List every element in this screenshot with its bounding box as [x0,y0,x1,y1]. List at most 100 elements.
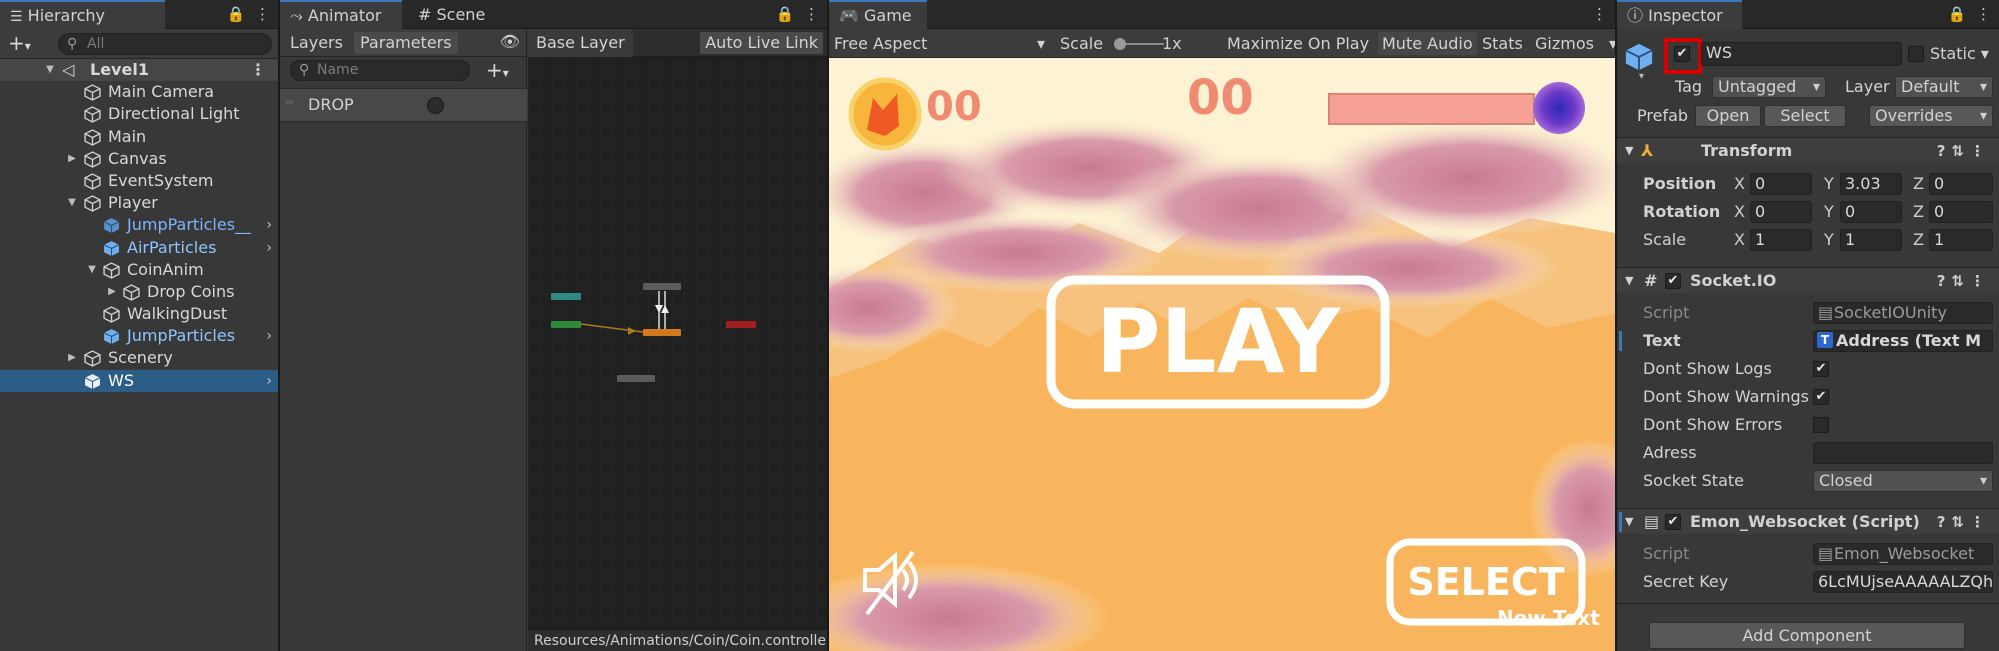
expand-arrow-icon[interactable]: ▶ [66,148,78,170]
component-enabled-checkbox[interactable]: ✔ [1665,273,1681,289]
eye-icon[interactable]: 👁 [500,32,520,51]
expand-arrow-icon[interactable]: ▼ [44,59,56,81]
scale-z-field[interactable]: 1 [1929,229,1993,251]
mute-audio-toggle[interactable]: Mute Audio [1378,32,1477,55]
hierarchy-item-walkingdust[interactable]: WalkingDust [0,303,278,325]
add-parameter-button[interactable]: +▾ [486,59,509,84]
hierarchy-item-directional-light[interactable]: Directional Light [0,103,278,125]
text-reference-field[interactable]: T Address (Text M [1813,330,1993,352]
mute-icon[interactable] [855,544,927,616]
animator-graph[interactable]: Base Layer Auto Live Link [528,29,827,651]
tab-parameters[interactable]: Parameters [354,32,458,54]
scale-y-field[interactable]: 1 [1840,229,1902,251]
trigger-toggle[interactable] [427,97,444,114]
prefab-open-button[interactable]: Open [1695,105,1761,127]
parameter-search-input[interactable]: ⚲ Name [290,60,470,81]
hierarchy-item-level1[interactable]: ▼ ◁ Level1 ⋮ [0,59,278,82]
rotation-y-field[interactable]: 0 [1840,201,1902,223]
script-reference-field[interactable]: ▤ SocketIOUnity [1813,302,1993,324]
lock-icon[interactable]: 🔒 [1948,5,1967,23]
chevron-right-icon[interactable]: › [266,325,272,347]
dont-show-errors-checkbox[interactable] [1813,417,1829,433]
socketio-component-header[interactable]: ▼ # ✔ Socket.IO ?⇅⋮ [1617,267,1999,293]
hierarchy-item-main[interactable]: Main [0,126,278,148]
rotation-x-field[interactable]: 0 [1750,201,1812,223]
tab-inspector[interactable]: ⓘ Inspector [1617,0,1742,29]
scale-x-field[interactable]: 1 [1750,229,1812,251]
object-name-field[interactable]: WS [1701,42,1902,66]
help-icon[interactable]: ? [1937,513,1952,531]
position-y-field[interactable]: 3.03 [1840,173,1902,195]
overrides-dropdown[interactable]: Overrides [1869,105,1993,127]
tab-scene[interactable]: # Scene [408,0,495,29]
static-dropdown[interactable]: Static ▾ [1930,42,1989,66]
presets-sliders-icon[interactable]: ⇅ [1951,142,1970,160]
presets-sliders-icon[interactable]: ⇅ [1951,513,1970,531]
hierarchy-item-coinanim[interactable]: ▼ CoinAnim [0,259,278,281]
lock-icon[interactable]: 🔒 [227,5,246,23]
hierarchy-item-drop-coins[interactable]: ▶ Drop Coins [0,281,278,303]
more-options-icon[interactable]: ⋮ [1970,272,1991,290]
play-button[interactable]: PLAY [1051,280,1385,404]
chevron-right-icon[interactable]: › [266,214,272,236]
presets-sliders-icon[interactable]: ⇅ [1951,272,1970,290]
tab-animator[interactable]: ⤳ Animator [280,0,402,29]
position-x-field[interactable]: 0 [1750,173,1812,195]
tab-layers[interactable]: Layers [284,32,349,54]
help-icon[interactable]: ? [1937,272,1952,290]
prefab-select-button[interactable]: Select [1764,105,1846,127]
rotation-z-field[interactable]: 0 [1929,201,1993,223]
script-reference-field[interactable]: ▤ Emon_Websocket [1813,543,1993,565]
more-options-icon[interactable]: ⋮ [250,59,266,81]
expand-arrow-icon[interactable]: ▼ [1625,268,1633,294]
expand-arrow-icon[interactable]: ▶ [106,281,118,303]
more-options-icon[interactable]: ⋮ [804,5,819,23]
tab-hierarchy[interactable]: ☰ Hierarchy [0,0,165,29]
hierarchy-item-player[interactable]: ▼ Player [0,192,278,214]
more-options-icon[interactable]: ⋮ [1970,142,1991,160]
hierarchy-item-eventsystem[interactable]: EventSystem [0,170,278,192]
adress-input[interactable] [1813,442,1993,464]
layer-dropdown[interactable]: Default [1895,76,1993,98]
expand-arrow-icon[interactable]: ▼ [1625,509,1633,535]
tag-dropdown[interactable]: Untagged [1712,76,1826,98]
stats-toggle[interactable]: Stats [1482,29,1523,58]
maximize-on-play-toggle[interactable]: Maximize On Play [1227,29,1369,58]
parameter-row-drop[interactable]: ═ DROP [280,88,527,122]
hierarchy-item-jumpparticles[interactable]: JumpParticles › [0,325,278,347]
add-component-button[interactable]: Add Component [1649,622,1965,649]
dont-show-warnings-checkbox[interactable]: ✔ [1813,389,1829,405]
scale-slider[interactable] [1114,38,1164,50]
create-dropdown-button[interactable]: +▾ [8,32,31,57]
more-options-icon[interactable]: ⋮ [1592,5,1607,23]
active-checkbox[interactable]: ✔ [1674,46,1690,62]
tab-game[interactable]: 🎮 Game [829,0,927,29]
gizmos-toggle[interactable]: Gizmos ▾ [1535,29,1615,58]
help-icon[interactable]: ? [1937,142,1952,160]
hierarchy-item-airparticles[interactable]: AirParticles › [0,237,278,259]
expand-arrow-icon[interactable]: ▼ [1625,138,1633,164]
chevron-right-icon[interactable]: › [266,237,272,259]
transform-component-header[interactable]: ▼ ⅄ Transform ?⇅⋮ [1617,137,1999,163]
hierarchy-item-ws[interactable]: WS › [0,369,278,392]
secret-key-input[interactable]: 6LcMUjseAAAAALZQh [1813,571,1993,593]
hierarchy-item-canvas[interactable]: ▶ Canvas [0,148,278,170]
more-options-icon[interactable]: ⋮ [255,5,270,23]
hierarchy-item-main-camera[interactable]: Main Camera [0,81,278,103]
game-view[interactable]: 00 00 PLAY SELECT New Text [829,58,1615,651]
expand-arrow-icon[interactable]: ▼ [66,192,78,214]
more-options-icon[interactable]: ⋮ [1970,513,1991,531]
scale-slider-thumb[interactable] [1114,38,1126,50]
dont-show-logs-checkbox[interactable]: ✔ [1813,361,1829,377]
emon-websocket-component-header[interactable]: ▼ ▤ ✔ Emon_Websocket (Script) ?⇅⋮ [1617,508,1999,534]
lock-icon[interactable]: 🔒 [776,5,795,23]
more-options-icon[interactable]: ⋮ [1976,5,1991,23]
socket-state-dropdown[interactable]: Closed [1813,470,1993,492]
drag-handle-icon[interactable]: ═ [286,95,293,109]
hierarchy-item-scenery[interactable]: ▶ Scenery [0,347,278,369]
position-z-field[interactable]: 0 [1929,173,1993,195]
hierarchy-search-input[interactable]: ⚲ All [58,33,272,55]
expand-arrow-icon[interactable]: ▶ [66,347,78,369]
hierarchy-item-jumpparticles-underscore[interactable]: JumpParticles__ › [0,214,278,236]
component-enabled-checkbox[interactable]: ✔ [1665,514,1681,530]
